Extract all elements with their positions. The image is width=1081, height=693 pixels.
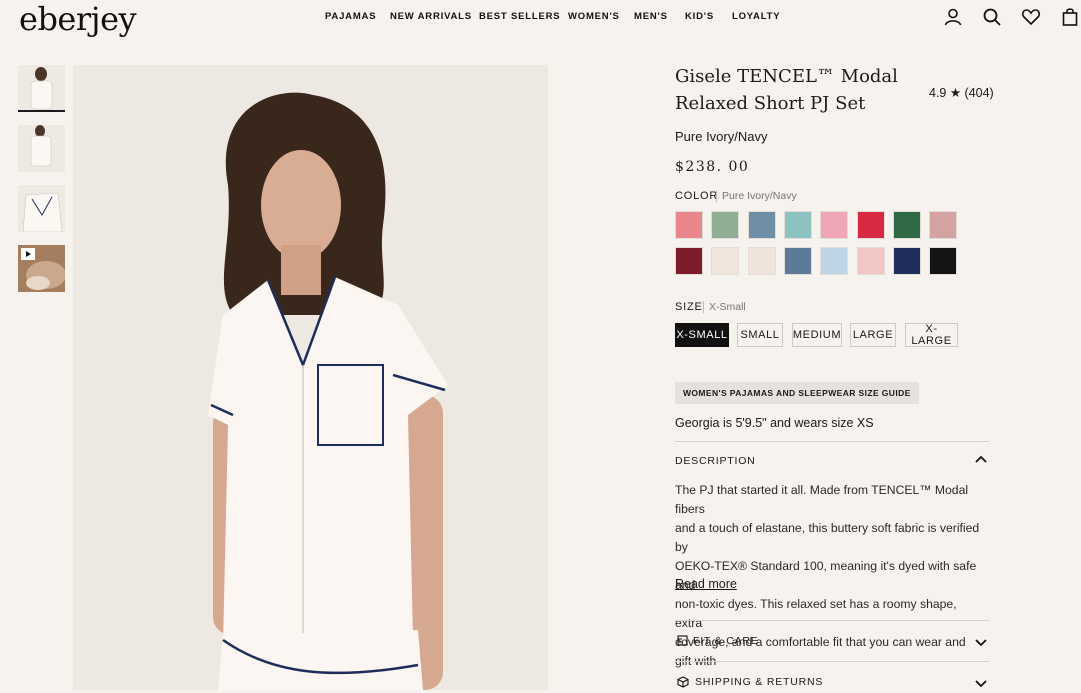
nav-loyalty[interactable]: LOYALTY	[732, 11, 792, 22]
color-label: COLOR	[675, 190, 719, 202]
thumbnail-3[interactable]	[18, 185, 65, 232]
thumbnail-1[interactable]	[18, 65, 65, 112]
nav-best-sellers[interactable]: BEST SELLERS	[479, 11, 568, 22]
size-option-xlarge[interactable]: X-LARGE	[905, 323, 958, 347]
size-option-xsmall[interactable]: X-SMALL	[675, 323, 729, 347]
color-swatch[interactable]	[929, 247, 958, 275]
color-swatch[interactable]	[675, 211, 703, 239]
search-icon[interactable]	[982, 7, 1002, 27]
nav-mens[interactable]: MEN'S	[634, 11, 685, 22]
color-selected-value: Pure Ivory/Navy	[716, 190, 797, 202]
fit-care-title: FIT & CARE	[693, 635, 759, 647]
shipping-returns-title: SHIPPING & RETURNS	[695, 676, 824, 688]
color-swatch[interactable]	[820, 211, 849, 239]
heart-icon[interactable]	[1021, 7, 1041, 27]
size-option-small[interactable]: SMALL	[737, 323, 783, 347]
brand-logo[interactable]: eberjey	[19, 0, 137, 38]
size-label: SIZE	[675, 301, 703, 313]
color-swatch[interactable]	[820, 247, 849, 275]
thumbnail-video[interactable]	[18, 245, 65, 292]
thumbnail-image	[18, 65, 65, 110]
play-icon	[21, 248, 35, 260]
main-product-image[interactable]	[73, 65, 548, 690]
product-price: $238. 00	[675, 159, 750, 175]
variant-name: Pure Ivory/Navy	[675, 129, 768, 144]
color-swatch[interactable]	[929, 211, 958, 239]
product-title-line2: Relaxed Short PJ Set	[675, 93, 866, 114]
chevron-down-icon	[975, 639, 987, 647]
bag-icon[interactable]	[1060, 7, 1080, 27]
color-swatch[interactable]	[856, 247, 885, 275]
box-icon	[677, 676, 689, 688]
fit-care-header[interactable]: FIT & CARE	[675, 635, 989, 649]
chevron-up-icon	[975, 455, 987, 463]
color-swatch[interactable]	[783, 247, 812, 275]
color-swatch[interactable]	[675, 247, 703, 275]
product-title: Gisele TENCEL™ Modal Relaxed Short PJ Se…	[675, 63, 905, 117]
nav-pajamas[interactable]: PAJAMAS	[325, 11, 390, 22]
divider	[675, 620, 989, 621]
account-icon[interactable]	[943, 7, 963, 27]
ruler-icon	[677, 635, 688, 646]
divider	[675, 441, 989, 442]
description-line: and a touch of elastane, this buttery so…	[675, 521, 980, 554]
size-guide-button[interactable]: WOMEN'S PAJAMAS AND SLEEPWEAR SIZE GUIDE	[675, 382, 919, 404]
read-more-link[interactable]: Read more	[675, 577, 737, 591]
thumbnail-image	[18, 185, 65, 232]
size-option-medium[interactable]: MEDIUM	[792, 323, 842, 347]
thumbnail-image	[18, 125, 65, 172]
color-swatch[interactable]	[747, 211, 776, 239]
thumbnail-2[interactable]	[18, 125, 65, 172]
nav-womens[interactable]: WOMEN'S	[568, 11, 634, 22]
main-nav: PAJAMAS NEW ARRIVALS BEST SELLERS WOMEN'…	[325, 11, 792, 22]
nav-kids[interactable]: KID'S	[685, 11, 732, 22]
size-selected-value: X-Small	[703, 301, 746, 313]
description-line: The PJ that started it all. Made from TE…	[675, 483, 969, 516]
product-rating[interactable]: 4.9 ★ (404)	[929, 85, 994, 100]
description-header[interactable]: DESCRIPTION	[675, 455, 989, 469]
color-swatch[interactable]	[892, 247, 921, 275]
color-swatch[interactable]	[892, 211, 921, 239]
description-title: DESCRIPTION	[675, 455, 756, 467]
color-swatch[interactable]	[783, 211, 812, 239]
description-line: non-toxic dyes. This relaxed set has a r…	[675, 597, 957, 630]
nav-new-arrivals[interactable]: NEW ARRIVALS	[390, 11, 479, 22]
color-swatch[interactable]	[856, 211, 885, 239]
product-title-line1: Gisele TENCEL™ Modal	[675, 66, 898, 87]
color-swatch[interactable]	[711, 211, 740, 239]
color-swatch[interactable]	[747, 247, 776, 275]
size-option-large[interactable]: LARGE	[850, 323, 896, 347]
shipping-returns-header[interactable]: SHIPPING & RETURNS	[675, 676, 989, 690]
model-size-note: Georgia is 5'9.5" and wears size XS	[675, 416, 874, 430]
chevron-down-icon	[975, 680, 987, 688]
color-swatch[interactable]	[711, 247, 740, 275]
divider	[675, 661, 989, 662]
